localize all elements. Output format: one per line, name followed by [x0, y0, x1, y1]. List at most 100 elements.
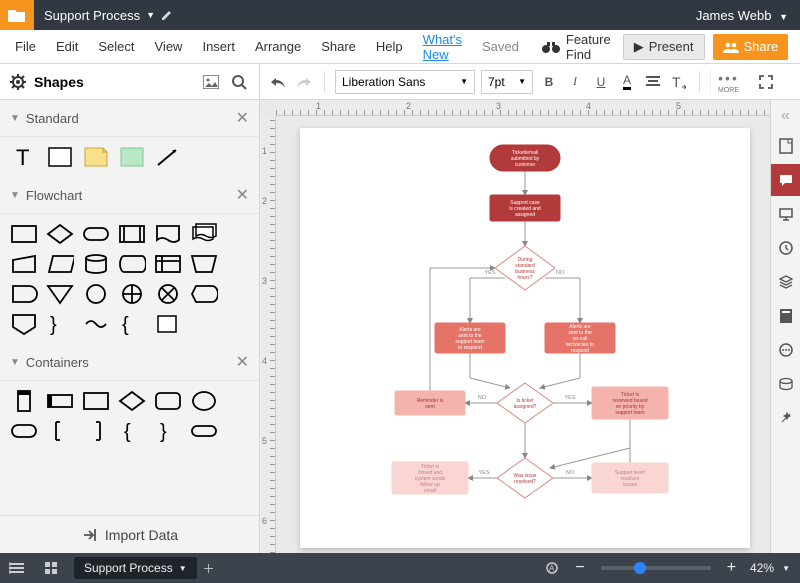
- shape-manualinput[interactable]: [10, 252, 38, 276]
- import-data-button[interactable]: Import Data: [0, 515, 259, 553]
- shape-delay[interactable]: [10, 282, 38, 306]
- bold-button[interactable]: B: [539, 72, 559, 92]
- menu-select[interactable]: Select: [89, 33, 143, 60]
- shape-sum[interactable]: [154, 282, 182, 306]
- shape-note2[interactable]: [154, 312, 182, 336]
- shape-tilde[interactable]: [82, 312, 110, 336]
- shape-cont-circle[interactable]: [190, 389, 218, 413]
- outline-icon[interactable]: [0, 553, 34, 583]
- zoom-slider[interactable]: [601, 566, 711, 570]
- shape-cont-rect[interactable]: [82, 389, 110, 413]
- collapse-icon[interactable]: «: [771, 104, 800, 128]
- shape-text[interactable]: T: [10, 145, 38, 169]
- shape-swimlane-h[interactable]: [46, 389, 74, 413]
- pencil-icon[interactable]: [161, 9, 173, 21]
- shape-rect[interactable]: [46, 145, 74, 169]
- share-button[interactable]: Share: [713, 34, 789, 60]
- shape-brace-l[interactable]: {: [118, 312, 146, 336]
- undo-button[interactable]: [268, 72, 288, 92]
- shape-decision[interactable]: [46, 222, 74, 246]
- menu-arrange[interactable]: Arrange: [246, 33, 310, 60]
- font-size-select[interactable]: 7pt ▼: [481, 70, 533, 94]
- shape-brace-l2[interactable]: {: [118, 419, 146, 443]
- shape-cont-diamond[interactable]: [118, 389, 146, 413]
- folder-icon[interactable]: [0, 0, 34, 30]
- text-color-button[interactable]: A: [617, 72, 637, 92]
- shape-pill2[interactable]: [190, 419, 218, 443]
- layers-icon[interactable]: [771, 266, 800, 298]
- shape-predef[interactable]: [118, 222, 146, 246]
- add-page-button[interactable]: ＋: [197, 553, 221, 583]
- align-button[interactable]: [643, 72, 663, 92]
- zoom-knob[interactable]: [634, 562, 646, 574]
- shape-swimlane-v[interactable]: [10, 389, 38, 413]
- present-button[interactable]: ▶ Present: [623, 34, 705, 60]
- shape-bracket-l[interactable]: [46, 419, 74, 443]
- image-icon[interactable]: [201, 72, 221, 92]
- shape-display[interactable]: [190, 282, 218, 306]
- shape-directdata[interactable]: [118, 252, 146, 276]
- shape-process[interactable]: [10, 222, 38, 246]
- text-icon[interactable]: T: [669, 72, 689, 92]
- shape-bracket-r[interactable]: [82, 419, 110, 443]
- menu-help[interactable]: Help: [367, 33, 412, 60]
- menu-view[interactable]: View: [146, 33, 192, 60]
- feature-find[interactable]: Feature Find: [532, 32, 621, 62]
- magic-icon[interactable]: [771, 402, 800, 434]
- shape-document[interactable]: [154, 222, 182, 246]
- grid-icon[interactable]: [34, 553, 68, 583]
- chat-icon[interactable]: [771, 334, 800, 366]
- shape-brace-r[interactable]: }: [46, 312, 74, 336]
- comment-icon[interactable]: [771, 164, 800, 196]
- shape-or[interactable]: [118, 282, 146, 306]
- gear-icon[interactable]: [10, 74, 26, 90]
- close-icon[interactable]: ✕: [236, 185, 249, 205]
- menu-insert[interactable]: Insert: [193, 33, 244, 60]
- master-icon[interactable]: [771, 300, 800, 332]
- shape-connector[interactable]: [82, 282, 110, 306]
- close-icon[interactable]: ✕: [236, 352, 249, 372]
- shape-multidoc[interactable]: [190, 222, 218, 246]
- shape-merge[interactable]: [46, 282, 74, 306]
- data-icon[interactable]: [771, 368, 800, 400]
- page-tab[interactable]: Support Process ▼: [74, 557, 197, 579]
- page-icon[interactable]: [771, 130, 800, 162]
- zoom-fit-icon[interactable]: A: [535, 553, 569, 583]
- zoom-in-button[interactable]: +: [721, 559, 742, 577]
- zoom-out-button[interactable]: −: [569, 559, 590, 577]
- shape-data[interactable]: [46, 252, 74, 276]
- shape-block[interactable]: [118, 145, 146, 169]
- shape-database[interactable]: [82, 252, 110, 276]
- canvas[interactable]: 1 2 3 4 5 1 2 3 4 5 6 YESNONOYESYESNOTic…: [260, 100, 770, 553]
- shape-brace-r2[interactable]: }: [154, 419, 182, 443]
- section-containers[interactable]: ▼ Containers ✕: [0, 344, 259, 381]
- fullscreen-button[interactable]: [752, 75, 780, 89]
- menu-share[interactable]: Share: [312, 33, 365, 60]
- shape-terminator[interactable]: [82, 222, 110, 246]
- menu-file[interactable]: File: [6, 33, 45, 60]
- history-icon[interactable]: [771, 232, 800, 264]
- italic-button[interactable]: I: [565, 72, 585, 92]
- font-select[interactable]: Liberation Sans ▼: [335, 70, 475, 94]
- zoom-value[interactable]: 42%: [742, 561, 782, 575]
- close-icon[interactable]: ✕: [236, 108, 249, 128]
- shape-manualop[interactable]: [190, 252, 218, 276]
- menu-edit[interactable]: Edit: [47, 33, 87, 60]
- caret-down-icon[interactable]: ▼: [782, 564, 800, 573]
- shape-arrow[interactable]: [154, 145, 182, 169]
- shape-cont-pill[interactable]: [10, 419, 38, 443]
- menu-whats-new[interactable]: What's New: [414, 26, 471, 68]
- section-standard[interactable]: ▼ Standard ✕: [0, 100, 259, 137]
- underline-button[interactable]: U: [591, 72, 611, 92]
- page[interactable]: YESNONOYESYESNOTicket/emailsubmitted byc…: [300, 128, 750, 548]
- redo-button[interactable]: [294, 72, 314, 92]
- user-menu[interactable]: James Webb ▼: [684, 8, 800, 23]
- shape-offpage[interactable]: [10, 312, 38, 336]
- shape-note[interactable]: [82, 145, 110, 169]
- document-title[interactable]: Support Process ▼: [34, 8, 183, 23]
- shape-cont-round[interactable]: [154, 389, 182, 413]
- more-button[interactable]: ••• MORE: [710, 70, 746, 94]
- section-flowchart[interactable]: ▼ Flowchart ✕: [0, 177, 259, 214]
- presentation-icon[interactable]: [771, 198, 800, 230]
- search-icon[interactable]: [229, 72, 249, 92]
